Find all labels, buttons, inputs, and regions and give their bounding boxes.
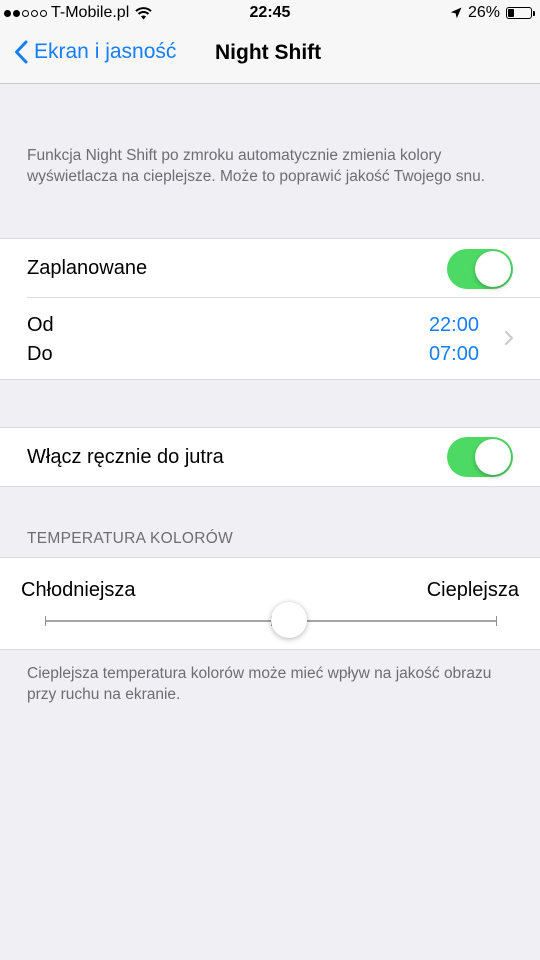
temperature-slider-thumb[interactable] [271,602,308,638]
navigation-bar: Ekran i jasność Night Shift [0,28,540,84]
slider-max-tick [496,616,497,626]
schedule-time-row[interactable]: Od 22:00 Do 07:00 [0,297,540,379]
footer-note: Cieplejsza temperatura kolorów może mieć… [27,665,492,703]
from-label: Od [27,314,54,336]
battery-percentage: 26% [467,4,500,21]
chevron-right-icon [505,331,513,345]
from-time-value: 22:00 [428,314,479,336]
to-time-value: 07:00 [428,343,479,365]
page-title: Night Shift [215,41,322,64]
manual-row: Włącz ręcznie do jutra [0,428,540,486]
status-bar: T-Mobile.pl 22:45 26% [0,0,540,28]
chevron-left-icon [15,40,28,64]
to-label: Do [27,343,53,365]
warmer-label: Cieplejsza [426,579,519,601]
location-arrow-icon [450,7,462,19]
colder-label: Chłodniejsza [21,579,136,601]
slider-min-tick [45,616,46,626]
manual-toggle[interactable] [447,437,513,477]
manual-label: Włącz ręcznie do jutra [27,446,224,468]
schedule-group: Zaplanowane Od 22:00 Do 07:00 [0,238,540,380]
manual-group: Włącz ręcznie do jutra [0,427,540,487]
temperature-slider-track[interactable] [45,602,497,638]
battery-icon [506,7,535,19]
scheduled-toggle[interactable] [447,249,513,289]
description-text: Funkcja Night Shift po zmroku automatycz… [27,147,486,185]
scheduled-row: Zaplanowane [0,239,540,297]
back-button-label: Ekran i jasność [34,40,177,63]
scheduled-label: Zaplanowane [27,257,148,279]
section-header-temperature: TEMPERATURA KOLORÓW [27,530,234,547]
back-button[interactable]: Ekran i jasność [14,40,176,64]
temperature-group: Chłodniejsza Cieplejsza [0,557,540,650]
status-right: 26% [450,4,535,22]
